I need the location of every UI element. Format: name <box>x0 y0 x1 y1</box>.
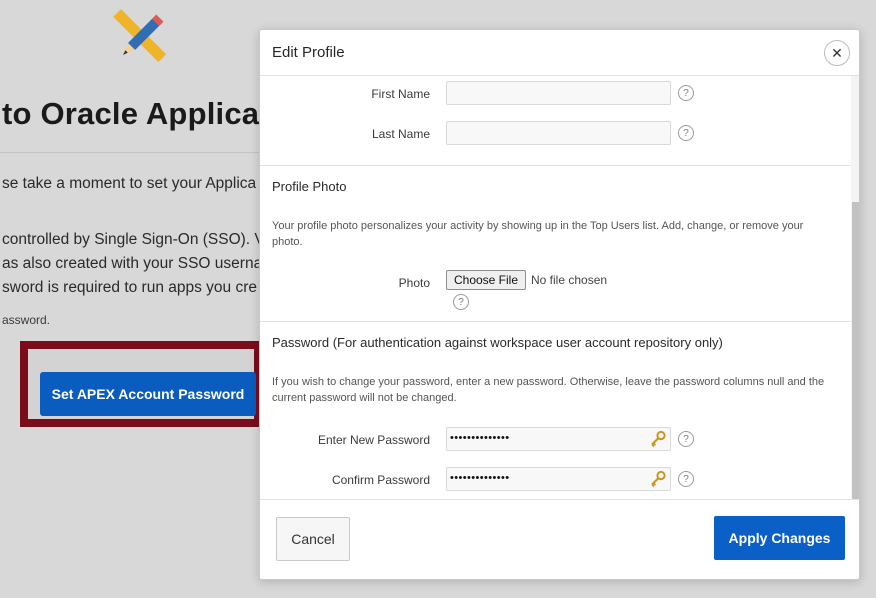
edit-profile-dialog: Edit Profile ✕ First Name ? Last Name ? … <box>259 29 860 580</box>
sso-text-line-1: controlled by Single Sign-On (SSO). V <box>2 231 265 248</box>
close-icon: ✕ <box>831 44 843 61</box>
last-name-input[interactable] <box>446 121 671 145</box>
first-name-label: First Name <box>371 87 430 101</box>
confirm-password-label: Confirm Password <box>331 473 430 487</box>
choose-file-button[interactable]: Choose File <box>446 270 526 290</box>
dialog-title: Edit Profile <box>272 44 345 61</box>
photo-label: Photo <box>398 276 430 290</box>
new-password-label: Enter New Password <box>317 433 430 447</box>
page-heading: to Oracle Applicati <box>2 96 279 131</box>
new-password-input[interactable]: •••••••••••••• <box>446 427 671 451</box>
profile-photo-description: Your profile photo personalizes your act… <box>272 220 804 248</box>
sso-text-line-3: sword is required to run apps you cre <box>2 279 258 296</box>
profile-photo-title: Profile Photo <box>272 179 347 194</box>
scrollbar[interactable] <box>851 76 859 499</box>
dialog-body: First Name ? Last Name ? Profile Photo Y… <box>260 76 859 499</box>
confirm-password-help-icon[interactable]: ? <box>678 471 694 487</box>
last-name-label: Last Name <box>371 127 430 141</box>
photo-help-icon[interactable]: ? <box>453 294 469 310</box>
apply-changes-button[interactable]: Apply Changes <box>714 516 845 560</box>
new-password-help-icon[interactable]: ? <box>678 431 694 447</box>
password-description: If you wish to change your password, ent… <box>272 376 825 404</box>
key-icon[interactable] <box>649 470 667 488</box>
highlight-inner: Set APEX Account Password <box>28 349 256 419</box>
sso-text-line-2: as also created with your SSO usernan <box>2 255 271 272</box>
password-section-title: Password (For authentication against wor… <box>272 335 723 350</box>
heading-divider <box>0 152 262 153</box>
dialog-header: Edit Profile ✕ <box>260 30 859 76</box>
set-apex-password-button[interactable]: Set APEX Account Password <box>40 372 256 416</box>
intro-text: se take a moment to set your Applica <box>2 175 257 192</box>
highlight-box: Set APEX Account Password <box>20 341 264 427</box>
pencil-ruler-icon <box>113 9 166 62</box>
confirm-password-value: •••••••••••••• <box>450 472 510 484</box>
first-name-input[interactable] <box>446 81 671 105</box>
key-icon[interactable] <box>649 430 667 448</box>
file-status: No file chosen <box>531 273 608 287</box>
cancel-button[interactable]: Cancel <box>276 517 350 561</box>
confirm-password-input[interactable]: •••••••••••••• <box>446 467 671 491</box>
last-name-help-icon[interactable]: ? <box>678 125 694 141</box>
sso-text-line-4: assword. <box>2 313 51 327</box>
section-divider <box>260 165 852 166</box>
first-name-help-icon[interactable]: ? <box>678 85 694 101</box>
scrollbar-thumb[interactable] <box>852 202 859 499</box>
new-password-value: •••••••••••••• <box>450 432 510 444</box>
dialog-footer: Cancel Apply Changes <box>260 499 859 579</box>
section-divider <box>260 321 852 322</box>
close-button[interactable]: ✕ <box>824 40 850 66</box>
